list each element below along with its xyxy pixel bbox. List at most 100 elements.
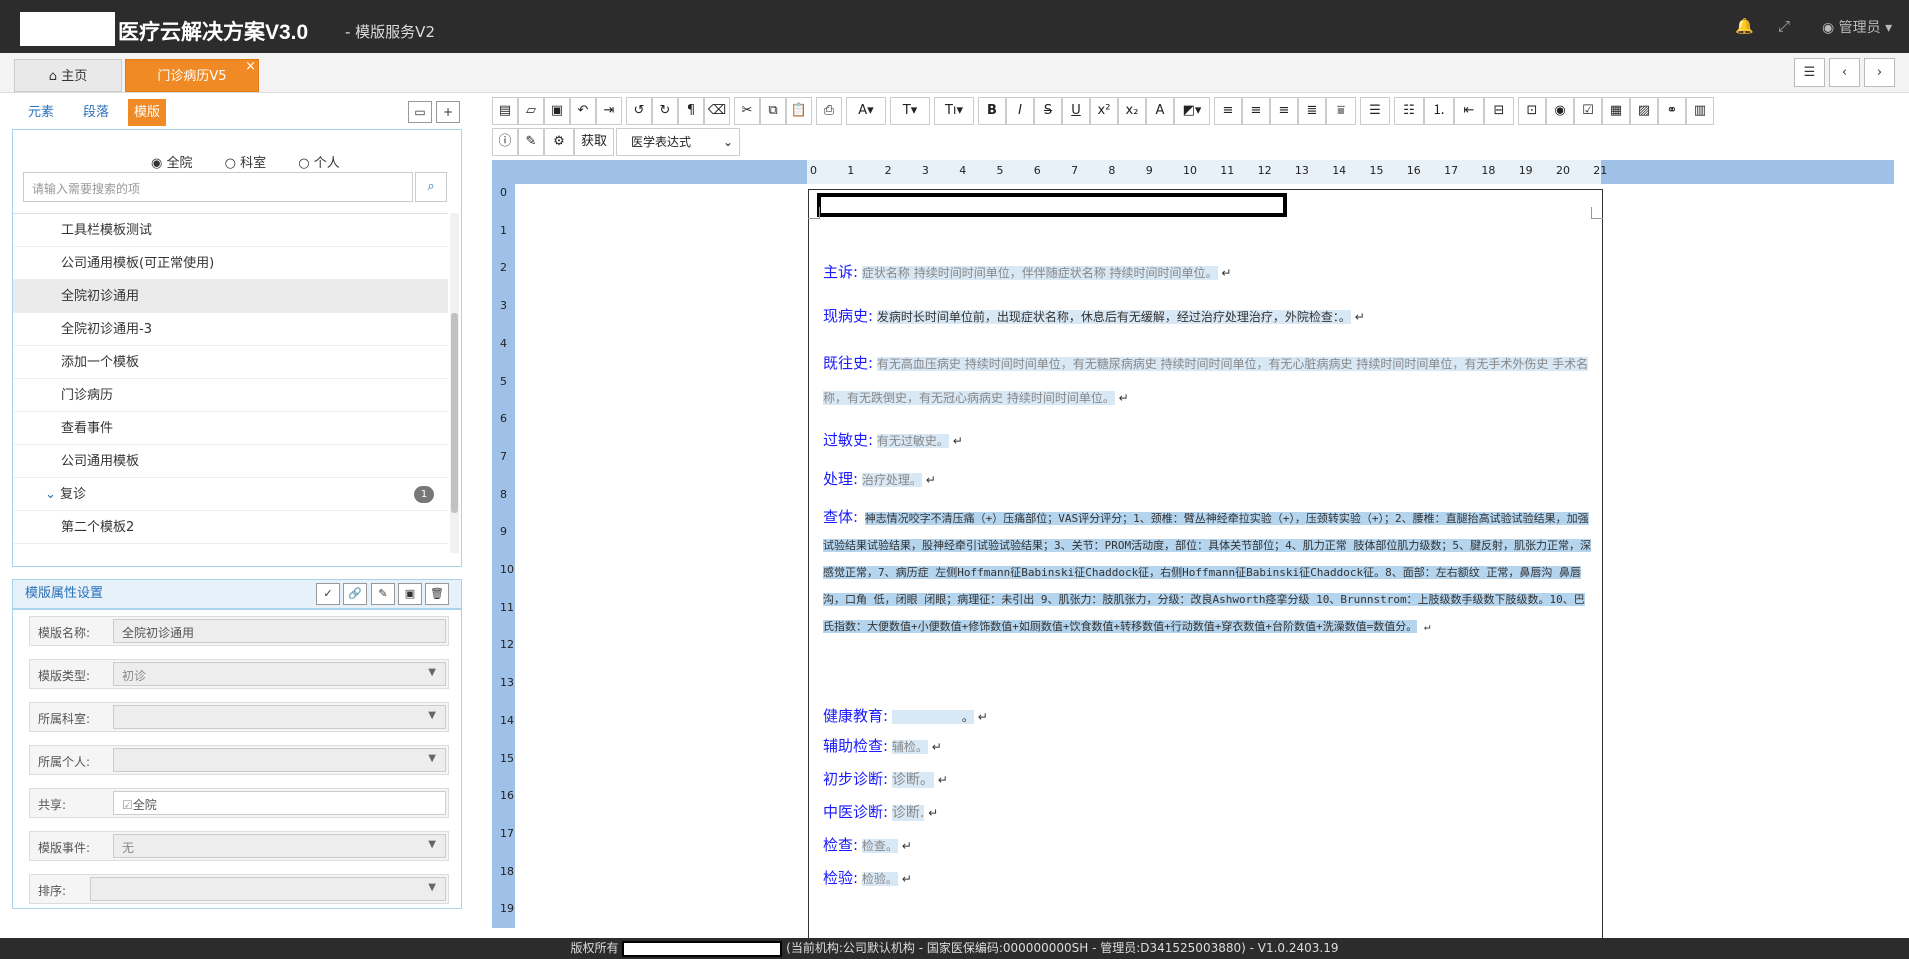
section-auxiliary-exam[interactable]: 辅助检查: 辅检。 ↵	[823, 732, 1593, 761]
scrollbar-thumb[interactable]	[451, 313, 458, 513]
template-type-select[interactable]: 初诊	[113, 662, 446, 686]
indent-icon[interactable]: ⇤	[1454, 97, 1484, 125]
font-family-icon[interactable]: T▾	[890, 97, 930, 125]
undo-icon[interactable]: ↺	[626, 97, 652, 125]
underline-icon[interactable]: U	[1062, 97, 1090, 125]
font-size-icon[interactable]: Tı▾	[934, 97, 974, 125]
radio-department[interactable]: ○ 科室	[225, 156, 281, 171]
superscript-icon[interactable]: x²	[1090, 97, 1118, 125]
list-item[interactable]: 全院初诊通用	[13, 280, 448, 313]
section-past-history[interactable]: 既往史: 有无高血压病史 持续时间时间单位，有无糖尿病病史 持续时间时间单位，有…	[823, 346, 1593, 415]
eraser-icon[interactable]: ⌫	[704, 97, 730, 125]
radio-personal[interactable]: ○ 个人	[298, 156, 354, 171]
justify-icon[interactable]: ≣	[1298, 97, 1326, 125]
list-item[interactable]: 查看事件	[13, 412, 448, 445]
expression-select[interactable]: 医学表达式 ⌄	[616, 128, 740, 156]
radio-element-icon[interactable]: ◉	[1546, 97, 1574, 125]
user-menu[interactable]: ◉ 管理员 ▾	[1822, 17, 1892, 37]
edit-icon[interactable]: ✎	[518, 128, 544, 156]
text-color-icon[interactable]: A	[1146, 97, 1174, 125]
import-icon[interactable]: ⇥	[596, 97, 622, 125]
check-icon[interactable]: ✓	[316, 583, 340, 605]
fetch-button[interactable]: 获取	[574, 128, 614, 156]
copy-icon[interactable]: ⧉	[760, 97, 786, 125]
section-allergy[interactable]: 过敏史: 有无过敏史。 ↵	[823, 426, 1593, 455]
search-input[interactable]: 请输入需要搜索的项	[23, 172, 413, 202]
list-item[interactable]: 添加一个模板	[13, 346, 448, 379]
list-scrollbar[interactable]	[450, 213, 459, 553]
section-health-education[interactable]: 健康教育: 。 ↵	[823, 702, 1593, 731]
expand-icon[interactable]: ⤢	[1778, 17, 1790, 35]
link-icon[interactable]: ⚭	[1658, 97, 1686, 125]
document-area[interactable]: 主诉: 症状名称 持续时间时间单位，伴伴随症状名称 持续时间时间单位。 ↵ 现病…	[515, 184, 1895, 949]
event-select[interactable]: 无	[113, 834, 446, 858]
department-select[interactable]	[113, 705, 446, 729]
link-icon[interactable]: 🔗	[343, 583, 367, 605]
add-icon[interactable]: +	[436, 101, 460, 123]
tab-next-button[interactable]: ›	[1864, 58, 1895, 87]
tab-paragraph[interactable]: 段落	[77, 99, 115, 126]
list-item[interactable]: 全院初诊通用-3	[13, 313, 448, 346]
tab-outpatient-record[interactable]: 门诊病历V5 ×	[125, 59, 259, 92]
delete-icon[interactable]: 🗑	[425, 583, 449, 605]
tab-prev-button[interactable]: ‹	[1829, 58, 1860, 87]
list-item[interactable]: 门诊病历	[13, 379, 448, 412]
align-center-icon[interactable]: ≡	[1242, 97, 1270, 125]
dropdown-element-icon[interactable]: ⊡	[1518, 97, 1546, 125]
window-icon[interactable]: ▭	[408, 101, 432, 123]
print-icon[interactable]: ⎙	[816, 97, 842, 125]
checkbox-element-icon[interactable]: ☑	[1574, 97, 1602, 125]
section-treatment[interactable]: 处理: 治疗处理。 ↵	[823, 465, 1593, 494]
numbered-list-icon[interactable]: ⒈	[1424, 97, 1454, 125]
save-icon[interactable]: ▣	[544, 97, 570, 125]
strikethrough-icon[interactable]: S	[1034, 97, 1062, 125]
bell-icon[interactable]: 🔔	[1735, 17, 1754, 35]
list-item[interactable]: 公司通用模板	[13, 445, 448, 478]
font-color-icon[interactable]: A▾	[846, 97, 886, 125]
checkbox-icon[interactable]: ☑	[122, 798, 133, 812]
tab-list-button[interactable]: ☰	[1794, 58, 1825, 87]
list-item[interactable]: 第二个模板2	[13, 511, 448, 544]
open-folder-icon[interactable]: ▱	[518, 97, 544, 125]
page-break-icon[interactable]: ⊟	[1484, 97, 1514, 125]
table-icon[interactable]: ▦	[1602, 97, 1630, 125]
section-initial-diagnosis[interactable]: 初步诊断: 诊断。 ↵	[823, 765, 1593, 794]
info-icon[interactable]: ⓘ	[492, 128, 518, 156]
subscript-icon[interactable]: x₂	[1118, 97, 1146, 125]
bold-icon[interactable]: B	[978, 97, 1006, 125]
highlight-icon[interactable]: ◩▾	[1174, 97, 1210, 125]
save-icon[interactable]: ▣	[398, 583, 422, 605]
tab-template[interactable]: 模版	[128, 99, 167, 126]
image-icon[interactable]: ▨	[1630, 97, 1658, 125]
new-file-icon[interactable]: ▤	[492, 97, 518, 125]
section-tcm-diagnosis[interactable]: 中医诊断: 诊断. ↵	[823, 798, 1593, 827]
italic-icon[interactable]: I	[1006, 97, 1034, 125]
section-chief-complaint[interactable]: 主诉: 症状名称 持续时间时间单位，伴伴随症状名称 持续时间时间单位。 ↵	[823, 258, 1593, 287]
order-select[interactable]	[90, 877, 446, 901]
line-spacing-icon[interactable]: ☰	[1360, 97, 1390, 125]
cut-icon[interactable]: ✂	[734, 97, 760, 125]
edit-icon[interactable]: ✎	[371, 583, 395, 605]
list-group-followup[interactable]: ⌄ 复诊 1	[13, 478, 448, 511]
paragraph-icon[interactable]: ¶	[678, 97, 704, 125]
list-item[interactable]: 工具栏模板测试	[13, 214, 448, 247]
redo-icon[interactable]: ↻	[652, 97, 678, 125]
section-examination[interactable]: 检查: 检查。 ↵	[823, 831, 1593, 860]
calendar-icon[interactable]: ▥	[1686, 97, 1714, 125]
list-item[interactable]: 公司通用模板(可正常使用)	[13, 247, 448, 280]
close-icon[interactable]: ×	[245, 50, 256, 83]
share-field[interactable]: ☑全院	[113, 791, 446, 815]
reply-icon[interactable]: ↶	[570, 97, 596, 125]
radio-hospital[interactable]: ◉ 全院	[151, 156, 207, 171]
tab-elements[interactable]: 元素	[22, 99, 60, 126]
document-page[interactable]: 主诉: 症状名称 持续时间时间单位，伴伴随症状名称 持续时间时间单位。 ↵ 现病…	[808, 189, 1603, 949]
section-present-illness[interactable]: 现病史: 发病时长时间单位前，出现症状名称，休息后有无缓解，经过治疗处理治疗，外…	[823, 302, 1593, 331]
bullet-list-icon[interactable]: ☷	[1394, 97, 1424, 125]
tab-home[interactable]: ⌂ 主页	[14, 59, 122, 92]
gears-icon[interactable]: ⚙	[544, 128, 574, 156]
template-name-field[interactable]: 全院初诊通用	[113, 619, 446, 643]
search-icon[interactable]: ⌕	[415, 172, 447, 202]
section-lab-test[interactable]: 检验: 检验。 ↵	[823, 864, 1593, 893]
distribute-icon[interactable]: ⩸	[1326, 97, 1356, 125]
align-right-icon[interactable]: ≡	[1270, 97, 1298, 125]
